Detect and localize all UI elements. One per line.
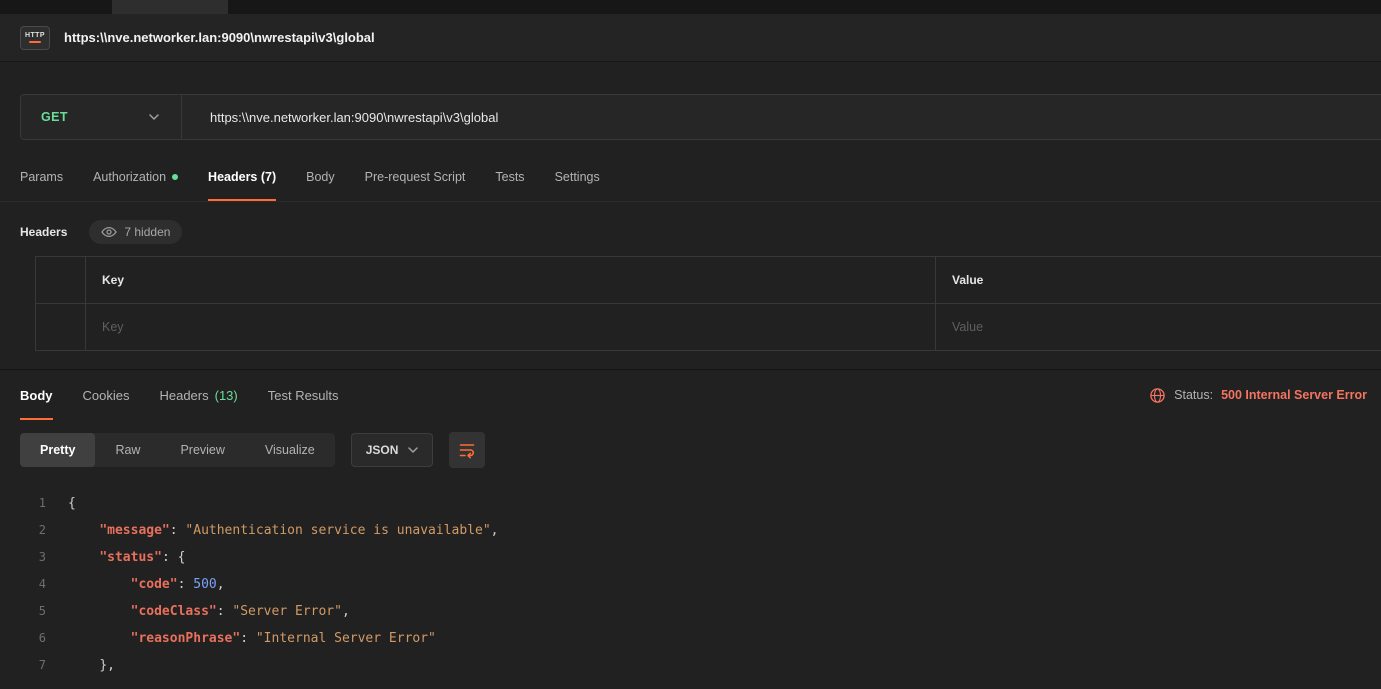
request-url-bar: GET https:\\nve.networker.lan:9090\nwres… [20, 94, 1381, 140]
wrap-lines-button[interactable] [449, 432, 485, 468]
response-tabs-row: Body Cookies Headers (13) Test Results [0, 370, 1381, 420]
key-column-header: Key [86, 257, 936, 303]
chevron-down-icon [149, 114, 159, 120]
line-number: 5 [0, 598, 46, 625]
request-title-url: https:\\nve.networker.lan:9090\nwrestapi… [64, 30, 375, 45]
row-handle-column [36, 257, 86, 303]
format-selector[interactable]: JSON [351, 433, 434, 467]
wrap-lines-icon [458, 441, 476, 459]
code-line: 7 }, [0, 652, 1381, 679]
tab-tests[interactable]: Tests [495, 152, 524, 201]
view-raw-button[interactable]: Raw [95, 433, 160, 467]
http-icon-label: HTTP [25, 32, 45, 39]
headers-panel-header: Headers 7 hidden [0, 218, 1381, 246]
view-pretty-button[interactable]: Pretty [20, 433, 95, 467]
status-value: 500 Internal Server Error [1221, 388, 1367, 402]
line-number: 4 [0, 571, 46, 598]
method-selector[interactable]: GET [21, 95, 181, 139]
response-view-switcher: Pretty Raw Preview Visualize [20, 433, 335, 467]
view-preview-button[interactable]: Preview [160, 433, 244, 467]
response-view-controls: Pretty Raw Preview Visualize JSON [0, 420, 1381, 480]
response-tab-cookies[interactable]: Cookies [83, 370, 130, 420]
response-status: Status: 500 Internal Server Error [1149, 370, 1367, 420]
hidden-headers-label: 7 hidden [124, 225, 170, 239]
view-visualize-button[interactable]: Visualize [245, 433, 335, 467]
request-tabs: Params Authorization Headers (7) Body Pr… [0, 152, 1381, 202]
tab-label: Pre-request Script [365, 170, 466, 184]
line-number: 7 [0, 652, 46, 679]
request-builder: GET https:\\nve.networker.lan:9090\nwres… [0, 62, 1381, 140]
code-line: 4 "code": 500, [0, 571, 1381, 598]
response-tab-test-results[interactable]: Test Results [268, 370, 339, 420]
response-tab-body[interactable]: Body [20, 370, 53, 420]
headers-table-header-row: Key Value [36, 257, 1381, 304]
http-icon-underline [29, 41, 41, 43]
headers-panel-title: Headers [20, 225, 67, 239]
value-column-header: Value [936, 257, 1381, 303]
eye-icon [101, 226, 117, 238]
postman-app: HTTP https:\\nve.networker.lan:9090\nwre… [0, 0, 1381, 689]
headers-count-badge: (13) [215, 388, 238, 403]
tab-label: Authorization [93, 170, 166, 184]
tab-label: Headers (7) [208, 170, 276, 184]
line-number: 1 [0, 490, 46, 517]
key-input[interactable]: Key [86, 304, 936, 350]
format-label: JSON [366, 443, 399, 457]
value-input[interactable]: Value [936, 304, 1381, 350]
auth-configured-dot [172, 174, 178, 180]
line-number: 2 [0, 517, 46, 544]
tab-label: Cookies [83, 388, 130, 403]
response-section: Body Cookies Headers (13) Test Results [0, 369, 1381, 679]
hidden-headers-toggle[interactable]: 7 hidden [89, 220, 182, 244]
tab-pre-request-script[interactable]: Pre-request Script [365, 152, 466, 201]
tab-label: Params [20, 170, 63, 184]
tab-settings[interactable]: Settings [555, 152, 600, 201]
method-label: GET [41, 110, 68, 124]
http-icon: HTTP [20, 26, 50, 50]
response-tab-headers[interactable]: Headers (13) [159, 370, 237, 420]
request-url-input[interactable]: https:\\nve.networker.lan:9090\nwrestapi… [182, 110, 498, 125]
active-tab-indicator[interactable] [112, 0, 228, 14]
request-tab-header: HTTP https:\\nve.networker.lan:9090\nwre… [0, 14, 1381, 62]
tab-body[interactable]: Body [306, 152, 335, 201]
line-number: 6 [0, 625, 46, 652]
tab-label: Body [306, 170, 335, 184]
status-label: Status: [1174, 388, 1213, 402]
code-line: 2 "message": "Authentication service is … [0, 517, 1381, 544]
headers-table: Key Value Key Value [35, 256, 1381, 351]
window-tab-strip [0, 0, 1381, 14]
chevron-down-icon [408, 447, 418, 453]
tab-params[interactable]: Params [20, 152, 63, 201]
code-line: 6 "reasonPhrase": "Internal Server Error… [0, 625, 1381, 652]
response-tabs: Body Cookies Headers (13) Test Results [20, 370, 369, 420]
tab-authorization[interactable]: Authorization [93, 152, 178, 201]
code-line: 1{ [0, 490, 1381, 517]
tab-label: Settings [555, 170, 600, 184]
code-line: 3 "status": { [0, 544, 1381, 571]
tab-label: Body [20, 388, 53, 403]
code-line: 5 "codeClass": "Server Error", [0, 598, 1381, 625]
tab-headers[interactable]: Headers (7) [208, 152, 276, 201]
response-body-code[interactable]: 1{2 "message": "Authentication service i… [0, 480, 1381, 679]
tab-label: Test Results [268, 388, 339, 403]
network-error-globe-icon [1149, 387, 1166, 404]
tab-label: Tests [495, 170, 524, 184]
row-handle-cell [36, 304, 86, 350]
headers-table-empty-row: Key Value [36, 304, 1381, 351]
tab-label: Headers [159, 388, 208, 403]
line-number: 3 [0, 544, 46, 571]
